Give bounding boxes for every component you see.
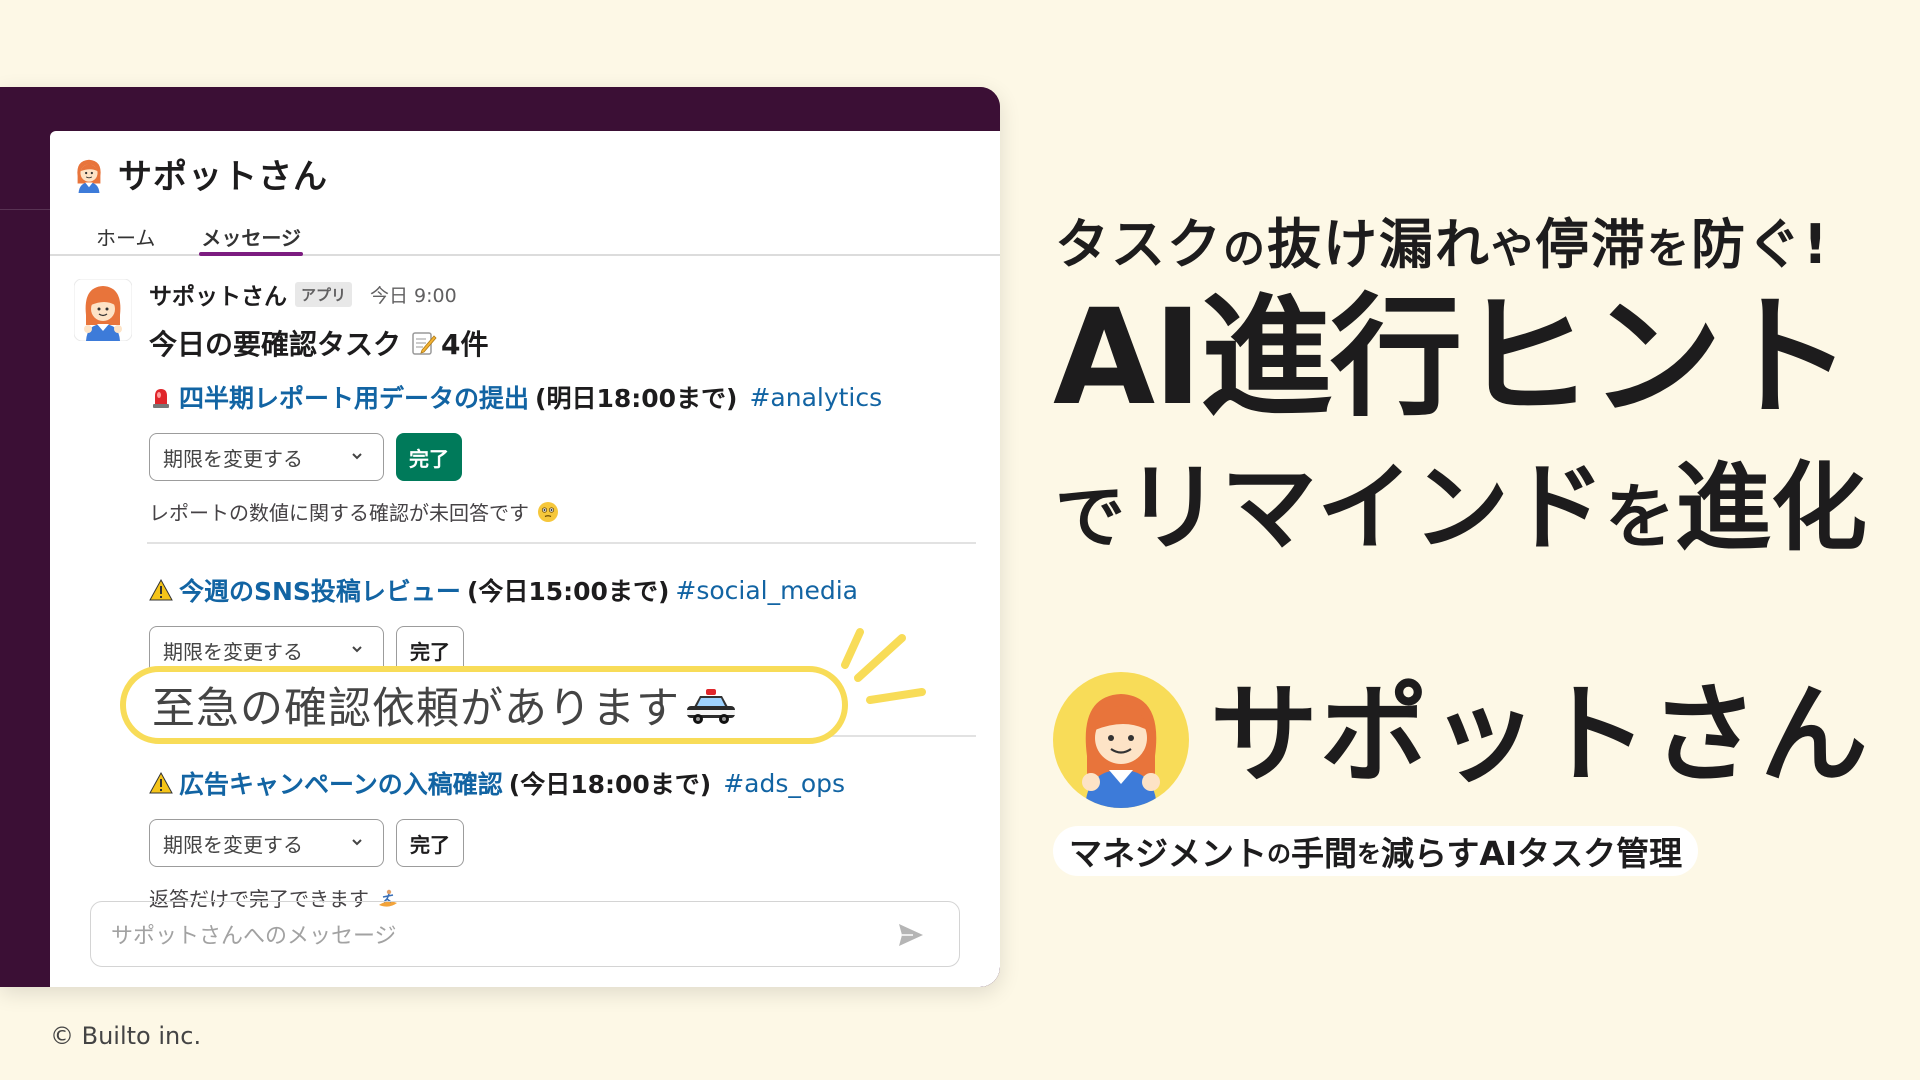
- police-car-icon: [687, 689, 735, 724]
- tagline-part: の: [1223, 224, 1268, 273]
- app-badge: アプリ: [295, 281, 353, 307]
- channel-link[interactable]: #social_media: [675, 576, 858, 605]
- brand-description-part: 手間: [1291, 834, 1357, 873]
- task-link[interactable]: 今週のSNS投稿レビュー: [179, 572, 461, 608]
- subheadline-part: 進化: [1675, 452, 1867, 564]
- sidebar: [0, 131, 50, 987]
- tagline: タスクの抜け漏れや停滞を防ぐ!: [1055, 200, 1830, 279]
- task-title-row: 四半期レポート用データの提出 (明日18:00まで) #analytics: [149, 379, 976, 415]
- callout-text: 至急の確認依頼があります: [152, 684, 680, 734]
- task-note-text: レポートの数値に関する確認が未回答です: [149, 501, 529, 525]
- copyright-text: © Builto inc.: [50, 1022, 202, 1050]
- deadline-select-label: 期限を変更する: [163, 446, 303, 471]
- composer-placeholder: サポットさんへのメッセージ: [111, 924, 397, 949]
- channel-link[interactable]: #analytics: [749, 383, 882, 412]
- subheadline-part: リマインド: [1125, 452, 1605, 564]
- tagline-part: タスク: [1055, 213, 1223, 276]
- task-title-row: 今週のSNS投稿レビュー (今日15:00まで) #social_media: [149, 572, 976, 608]
- done-button[interactable]: 完了: [396, 819, 464, 867]
- chat-window: サポットさん ホーム メッセージ サポットさん アプリ 今日 9:00 今日の要…: [0, 87, 1000, 987]
- subheadline: でリマインドを進化: [1055, 460, 1867, 556]
- tagline-part: 防ぐ!: [1691, 213, 1830, 276]
- brand-name: サポットさん: [1210, 673, 1871, 798]
- memo-icon: [412, 332, 437, 355]
- sender-name[interactable]: サポットさん: [149, 277, 287, 311]
- deadline-select[interactable]: 期限を変更する: [149, 819, 384, 867]
- chevron-down-icon: [352, 839, 362, 846]
- brand-description: マネジメントの手間を減らすAIタスク管理: [1053, 826, 1699, 876]
- brand-description-part: マネジメント: [1069, 834, 1267, 873]
- tagline-part: 停滞: [1535, 213, 1648, 276]
- task-deadline: (今日18:00まで): [508, 770, 712, 799]
- tab-messages[interactable]: メッセージ: [199, 216, 303, 256]
- task-controls: 期限を変更する 完了: [149, 433, 976, 481]
- tagline-part: を: [1647, 224, 1692, 273]
- brand-description-part: 減らすAIタスク管理: [1381, 834, 1683, 873]
- tab-home[interactable]: ホーム: [96, 216, 155, 254]
- task-note: レポートの数値に関する確認が未回答です: [149, 497, 976, 526]
- task-title-row: 広告キャンペーンの入稿確認 (今日18:00まで) #ads_ops: [149, 765, 976, 801]
- chevron-down-icon: [352, 453, 362, 460]
- send-icon[interactable]: [897, 922, 925, 948]
- message-heading: 今日の要確認タスク 4件: [149, 323, 976, 363]
- tagline-part: 抜け漏れ: [1267, 213, 1492, 276]
- deadline-select-label: 期限を変更する: [163, 639, 303, 664]
- siren-icon: [153, 389, 169, 408]
- worried-face-icon: [538, 501, 558, 522]
- chevron-down-icon: [352, 646, 362, 653]
- subheadline-part: で: [1055, 476, 1125, 558]
- headline: AI進行ヒント: [1053, 281, 1852, 435]
- task-link[interactable]: 広告キャンペーンの入稿確認: [179, 765, 503, 801]
- deadline-select[interactable]: 期限を変更する: [149, 433, 384, 481]
- tagline-part: や: [1491, 224, 1536, 273]
- message-composer[interactable]: サポットさんへのメッセージ: [90, 901, 960, 967]
- window-top-bar: [0, 87, 1000, 131]
- bot-avatar-icon: [77, 159, 101, 193]
- tab-bar: ホーム メッセージ: [50, 216, 1000, 256]
- brand-description-part: の: [1267, 839, 1291, 868]
- task-link[interactable]: 四半期レポート用データの提出: [179, 379, 529, 415]
- task-item: 四半期レポート用データの提出 (明日18:00まで) #analytics 期限…: [147, 379, 976, 544]
- urgent-callout: 至急の確認依頼があります: [120, 666, 848, 744]
- message-avatar-icon: [74, 279, 132, 341]
- subheadline-part: を: [1605, 476, 1675, 558]
- conversation-header: サポットさん: [50, 131, 1000, 216]
- conversation-title: サポットさん: [118, 157, 328, 197]
- brand-avatar-icon: [1053, 672, 1189, 808]
- message-body: サポットさん アプリ 今日 9:00 今日の要確認タスク 4件 四半期レポート用…: [147, 277, 976, 912]
- conversation-panel: サポットさん ホーム メッセージ サポットさん アプリ 今日 9:00 今日の要…: [50, 131, 1000, 987]
- message-meta: サポットさん アプリ 今日 9:00: [149, 277, 976, 311]
- channel-link[interactable]: #ads_ops: [723, 769, 845, 798]
- heading-count: 4件: [441, 328, 489, 361]
- deadline-select-label: 期限を変更する: [163, 832, 303, 857]
- heading-text: 今日の要確認タスク: [149, 328, 402, 361]
- task-separator: [147, 542, 976, 544]
- task-deadline: (明日18:00まで): [535, 384, 738, 413]
- message-timestamp[interactable]: 今日 9:00: [370, 281, 457, 308]
- task-item: 広告キャンペーンの入稿確認 (今日18:00まで) #ads_ops 期限を変更…: [149, 765, 976, 912]
- task-controls: 期限を変更する 完了: [149, 819, 976, 867]
- done-button[interactable]: 完了: [396, 433, 462, 481]
- warning-icon: [149, 578, 173, 601]
- sidebar-divider: [0, 209, 50, 210]
- task-deadline: (今日15:00まで): [466, 577, 670, 606]
- brand-description-part: を: [1357, 839, 1381, 868]
- warning-icon: [149, 771, 173, 794]
